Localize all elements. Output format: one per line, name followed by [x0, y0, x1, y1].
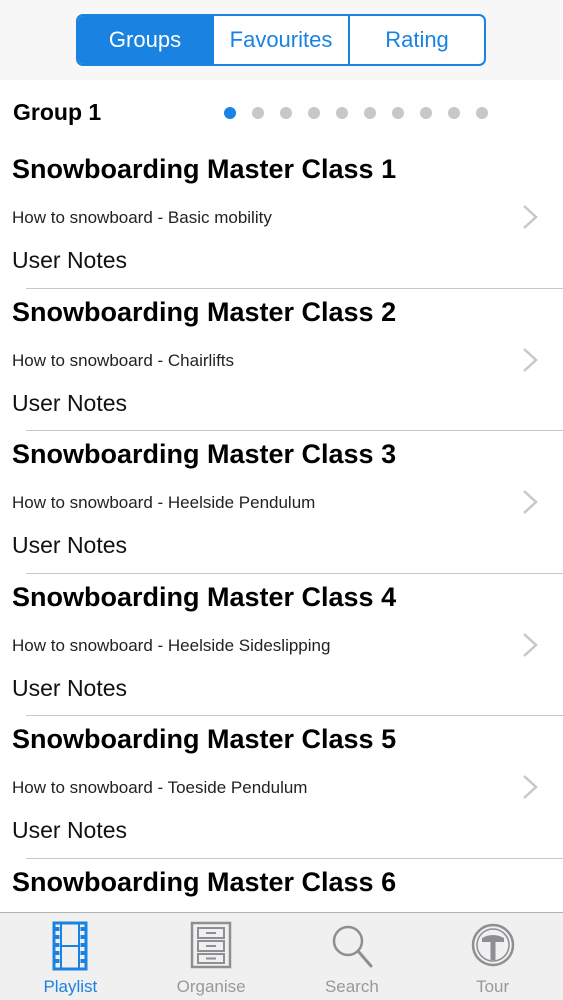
page-dot[interactable]: [392, 107, 404, 119]
tab-label-search: Search: [324, 977, 379, 996]
list-item[interactable]: Snowboarding Master Class 6: [0, 859, 563, 913]
page-dot[interactable]: [280, 107, 292, 119]
cabinet-icon: [190, 921, 232, 969]
list-item[interactable]: Snowboarding Master Class 3 How to snowbo…: [0, 431, 563, 574]
tab-label-playlist: Playlist: [43, 977, 98, 996]
film-strip-icon: [52, 921, 88, 971]
row-title: Snowboarding Master Class 4: [12, 581, 397, 612]
page-dot[interactable]: [476, 107, 488, 119]
chevron-right-icon: [523, 775, 538, 799]
page-dot[interactable]: [252, 107, 264, 119]
list-item[interactable]: Snowboarding Master Class 1 How to snowbo…: [0, 146, 563, 289]
tab-tour[interactable]: Tour: [422, 913, 563, 1000]
row-title: Snowboarding Master Class 3: [12, 439, 397, 469]
page-dot[interactable]: [420, 107, 432, 119]
page-dot[interactable]: [336, 107, 348, 119]
row-title: Snowboarding Master Class 5: [12, 724, 397, 754]
tab-bar: Playlist Organise Search Tour: [0, 912, 563, 1000]
page-indicator[interactable]: [224, 107, 504, 119]
segmented-control: Groups Favourites Rating: [76, 14, 486, 66]
tab-search[interactable]: Search: [282, 913, 423, 1000]
row-title: Snowboarding Master Class 6: [12, 866, 397, 897]
page-dot[interactable]: [364, 107, 376, 119]
page-dot[interactable]: [308, 107, 320, 119]
chevron-right-icon: [523, 632, 538, 657]
page-dot[interactable]: [448, 107, 460, 119]
list-item[interactable]: Snowboarding Master Class 4 How to snowbo…: [0, 574, 563, 716]
segment-groups[interactable]: Groups: [78, 16, 212, 64]
row-notes: User Notes: [12, 532, 128, 558]
list-item[interactable]: Snowboarding Master Class 2 How to snowbo…: [0, 289, 563, 431]
search-icon: [332, 925, 373, 968]
tab-label-tour: Tour: [476, 977, 510, 996]
row-subtitle: How to snowboard - Toeside Pendulum: [12, 778, 308, 797]
tab-playlist[interactable]: Playlist: [0, 913, 141, 1000]
chevron-right-icon: [523, 205, 538, 229]
top-bar: Groups Favourites Rating: [0, 0, 563, 80]
segment-rating[interactable]: Rating: [348, 16, 484, 64]
row-subtitle: How to snowboard - Basic mobility: [12, 208, 272, 227]
row-subtitle: How to snowboard - Heelside Pendulum: [12, 493, 316, 512]
chevron-right-icon: [523, 490, 538, 514]
row-notes: User Notes: [12, 674, 128, 701]
tab-organise[interactable]: Organise: [141, 913, 282, 1000]
row-notes: User Notes: [12, 247, 128, 273]
list-item[interactable]: Snowboarding Master Class 5 How to snowbo…: [0, 716, 563, 859]
tab-label-organise: Organise: [176, 977, 246, 996]
row-subtitle: How to snowboard - Heelside Sideslipping: [12, 635, 331, 655]
segment-favourites[interactable]: Favourites: [212, 16, 348, 64]
chevron-right-icon: [523, 347, 538, 372]
tour-icon: [471, 923, 514, 967]
playlist-list: Snowboarding Master Class 1 How to snowbo…: [0, 146, 563, 912]
row-notes: User Notes: [12, 817, 128, 843]
row-title: Snowboarding Master Class 1: [12, 154, 397, 184]
row-title: Snowboarding Master Class 2: [12, 296, 397, 327]
row-subtitle: How to snowboard - Chairlifts: [12, 350, 235, 370]
row-notes: User Notes: [12, 389, 128, 416]
page-dot[interactable]: [224, 107, 236, 119]
group-title: Group 1: [13, 99, 102, 125]
